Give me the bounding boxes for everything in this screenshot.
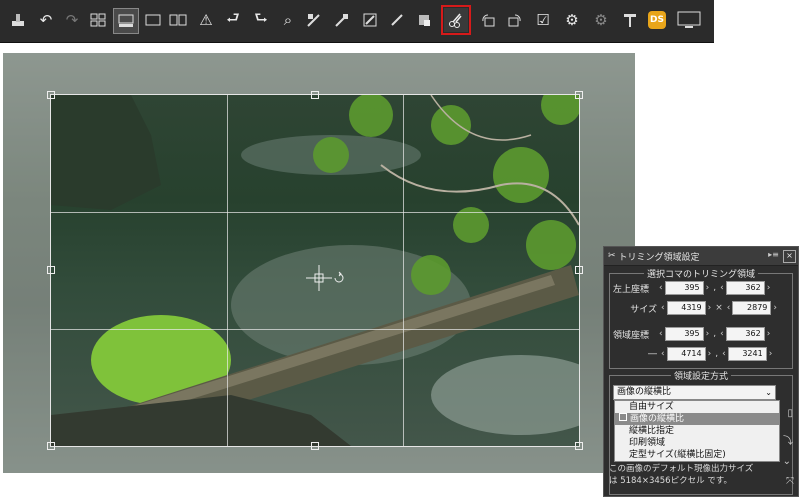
- option-fixed-size[interactable]: 定型サイズ(縦横比固定): [615, 449, 779, 461]
- comma-sep: ,: [713, 329, 717, 339]
- panel-menu-icon[interactable]: ▸≡: [768, 250, 779, 261]
- option-aspect-specified[interactable]: 縦横比指定: [615, 425, 779, 437]
- region-method-value: 画像の縦横比: [617, 387, 672, 397]
- ds-label: DS: [648, 11, 666, 29]
- compare-view-icon[interactable]: [166, 8, 190, 32]
- chevron-down-icon: ⌄: [765, 388, 772, 397]
- grid-line-v2: [403, 95, 404, 446]
- top-left-x-input[interactable]: 395: [664, 281, 704, 295]
- main-toolbar: ↶ ↷ ⚠ ⮐ ⮑ ⌕ ☑ ⚙ ⚙ DS: [0, 0, 714, 43]
- trim-region-group: 選択コマのトリミング領域 左上座標 ‹ 395 › , ‹ 362 › サイズ ‹ 431…: [609, 270, 793, 369]
- default-output-size-note: この画像のデフォルト現像出力サイズ は 5184×3456ピクセル です。: [609, 463, 793, 487]
- settings-a-icon[interactable]: ⚙: [560, 8, 584, 32]
- option-image-aspect[interactable]: 画像の縦横比: [615, 413, 779, 425]
- top-left-row: 左上座標 ‹ 395 › , ‹ 362 ›: [613, 281, 771, 295]
- next-icon[interactable]: ⮑: [249, 8, 273, 32]
- resize-handle-bl[interactable]: [47, 442, 55, 450]
- resize-handle-l[interactable]: [47, 266, 55, 274]
- comma-sep: ,: [715, 349, 719, 359]
- region-sep: ―: [648, 349, 657, 359]
- top-left-label: 左上座標: [613, 284, 650, 295]
- top-left-y-input[interactable]: 362: [725, 281, 765, 295]
- image-canvas[interactable]: [3, 53, 635, 473]
- monitor-icon[interactable]: [675, 8, 703, 32]
- rotate-icon[interactable]: [332, 271, 346, 285]
- grid-line-h1: [51, 212, 579, 213]
- region-x2-input[interactable]: 4714: [666, 347, 706, 361]
- note-line-2: は 5184×3456ピクセル です。: [609, 476, 732, 486]
- panel-titlebar[interactable]: ✂ トリミング領域設定 ▸≡ ×: [604, 247, 798, 266]
- tool-c-icon[interactable]: [358, 8, 382, 32]
- option-print-area[interactable]: 印刷領域: [615, 437, 779, 449]
- resize-handle-r[interactable]: [575, 266, 583, 274]
- undo-icon[interactable]: ↶: [34, 8, 58, 32]
- region-method-heading: 領域設定方式: [670, 372, 731, 382]
- zoom-icon[interactable]: ⌕: [276, 8, 300, 32]
- brush-icon[interactable]: [385, 8, 409, 32]
- rotate-left-icon[interactable]: [476, 8, 500, 32]
- resize-handle-t[interactable]: [311, 91, 319, 99]
- panel-title: トリミング領域設定: [618, 252, 700, 263]
- times-sep: ×: [715, 303, 723, 313]
- region-method-select[interactable]: 画像の縦横比 ⌄: [613, 385, 776, 400]
- region-start-row: 領域座標 ‹ 395 › , ‹ 362 ›: [613, 327, 771, 341]
- side-tool-b-icon[interactable]: ⤵: [783, 432, 793, 447]
- move-rotate-cursor-icon[interactable]: [306, 265, 332, 291]
- option-free-size[interactable]: 自由サイズ: [615, 401, 779, 413]
- warning-icon[interactable]: ⚠: [194, 8, 218, 32]
- trim-region[interactable]: [47, 91, 583, 450]
- note-line-1: この画像のデフォルト現像出力サイズ: [609, 464, 754, 474]
- stamp-icon[interactable]: [6, 8, 30, 32]
- trim-settings-panel: ✂ トリミング領域設定 ▸≡ × 選択コマのトリミング領域 左上座標 ‹ 395 ›…: [603, 246, 799, 497]
- size-row: サイズ ‹ 4319 › × ‹ 2879 ›: [613, 300, 779, 316]
- tool-b-icon[interactable]: [330, 8, 354, 32]
- trim-region-heading: 選択コマのトリミング領域: [643, 270, 758, 280]
- resize-handle-tl[interactable]: [47, 91, 55, 99]
- filmstrip-view-icon[interactable]: [113, 8, 139, 34]
- region-y1-input[interactable]: 362: [725, 327, 765, 341]
- redo-icon[interactable]: ↷: [60, 8, 84, 32]
- grid-view-icon[interactable]: [86, 8, 110, 32]
- resize-handle-b[interactable]: [311, 442, 319, 450]
- ds-icon[interactable]: DS: [645, 8, 669, 32]
- region-x1-input[interactable]: 395: [664, 327, 704, 341]
- eraser-icon[interactable]: [412, 8, 436, 32]
- hammer-icon[interactable]: [618, 8, 642, 32]
- single-view-icon[interactable]: [141, 8, 165, 32]
- region-label: 領域座標: [613, 330, 650, 341]
- check-icon[interactable]: ☑: [531, 8, 555, 32]
- region-method-dropdown: 自由サイズ 画像の縦横比 縦横比指定 印刷領域 定型サイズ(縦横比固定): [614, 400, 780, 462]
- rotate-right-icon[interactable]: [503, 8, 527, 32]
- size-label: サイズ: [630, 304, 657, 315]
- trim-icon[interactable]: [441, 5, 471, 35]
- trim-icon: ✂: [608, 251, 616, 261]
- settings-b-icon[interactable]: ⚙: [589, 8, 613, 32]
- side-tool-a-icon[interactable]: ▯: [787, 408, 793, 419]
- tool-a-icon[interactable]: [302, 8, 326, 32]
- resize-handle-tr[interactable]: [575, 91, 583, 99]
- previous-icon[interactable]: ⮐: [221, 8, 245, 32]
- grid-line-v1: [227, 95, 228, 446]
- resize-handle-br[interactable]: [575, 442, 583, 450]
- comma-sep: ,: [713, 283, 717, 293]
- size-height-input[interactable]: 2879: [732, 301, 772, 315]
- region-end-row: ― ‹ 4714 › , ‹ 3241 ›: [613, 346, 774, 362]
- close-icon[interactable]: ×: [783, 250, 796, 263]
- grid-line-h2: [51, 329, 579, 330]
- size-width-input[interactable]: 4319: [666, 301, 706, 315]
- region-y2-input[interactable]: 3241: [727, 347, 767, 361]
